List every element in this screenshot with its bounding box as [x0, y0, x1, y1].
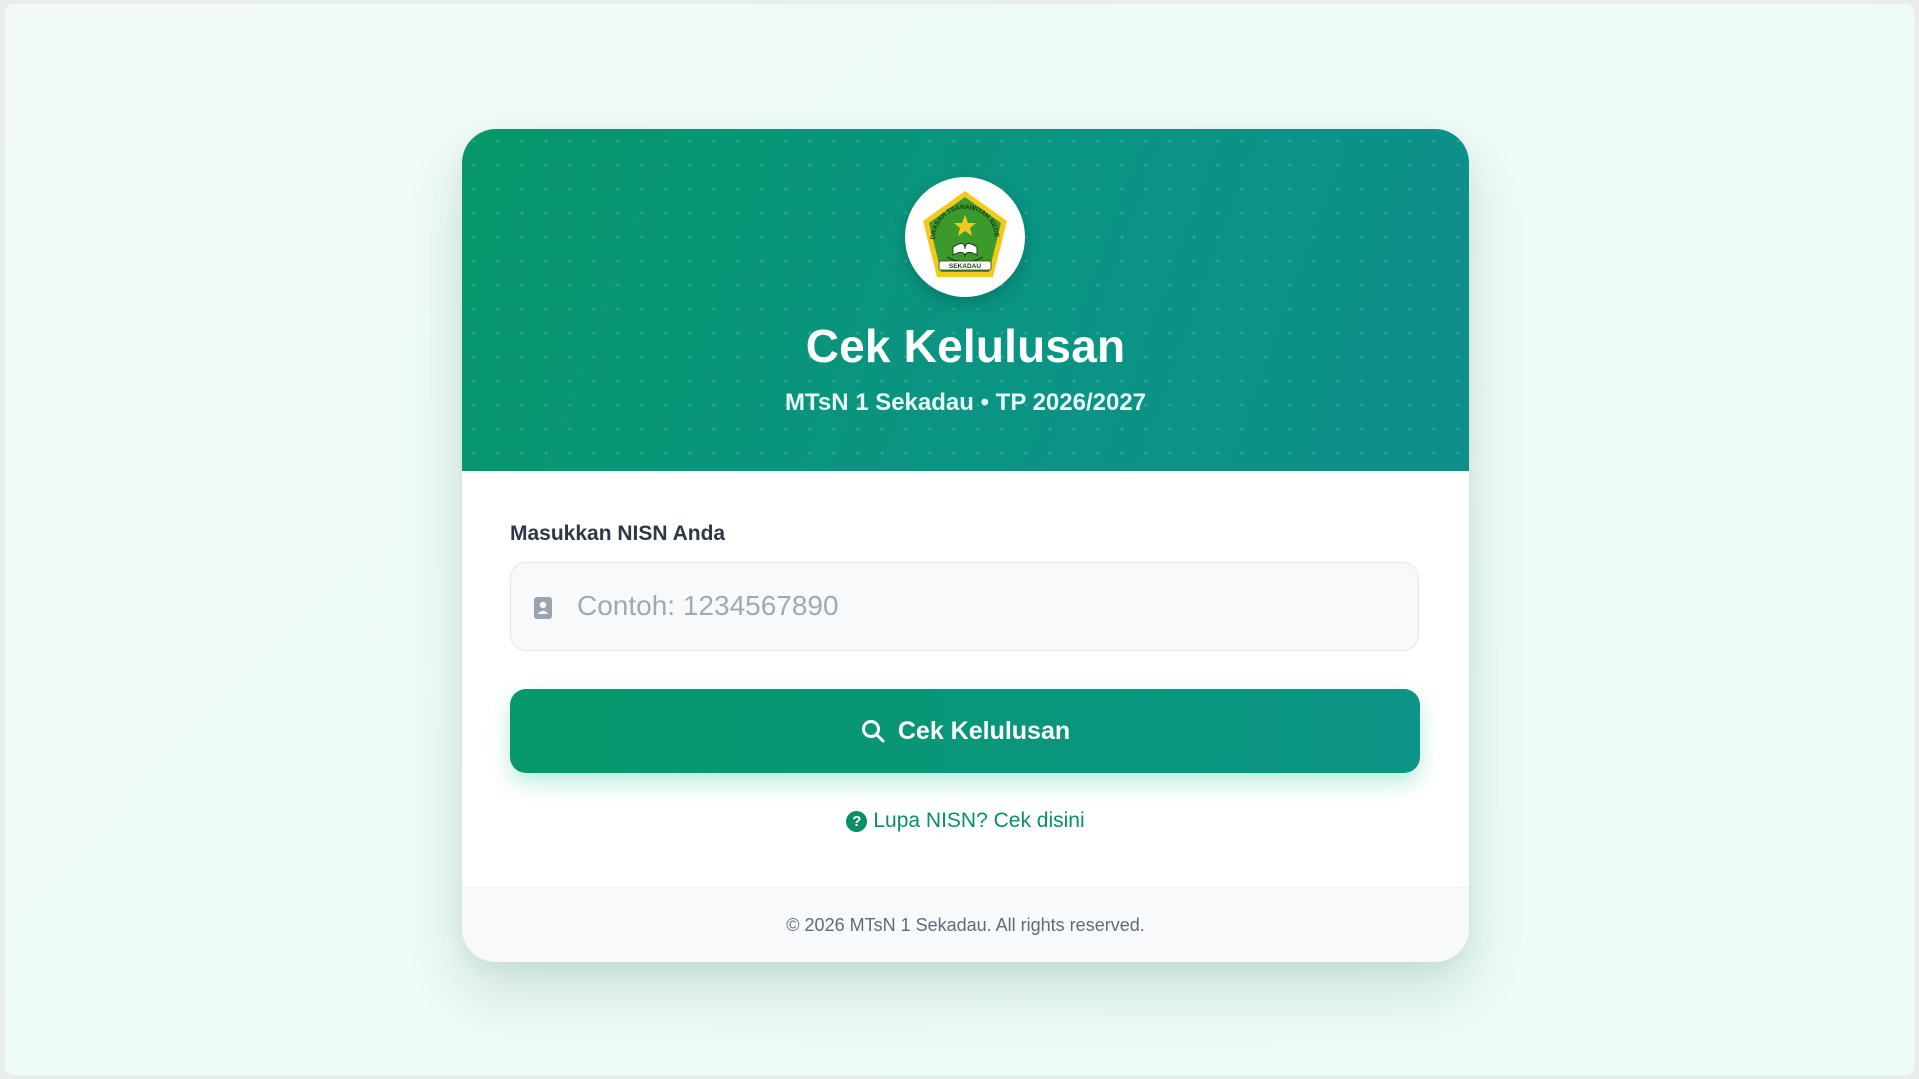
nisn-input[interactable] [577, 563, 1397, 649]
question-circle-icon: ? [846, 810, 868, 832]
nisn-label: Masukkan NISN Anda [510, 522, 726, 545]
id-card-icon [533, 596, 553, 625]
check-graduation-button-label: Cek Kelulusan [897, 716, 1071, 745]
forgot-nisn-link-label: Lupa NISN? Cek disini [873, 809, 1085, 832]
copyright-text: © 2026 MTsN 1 Sekadau. All rights reserv… [786, 915, 1145, 935]
check-graduation-button[interactable]: Cek Kelulusan [510, 689, 1420, 773]
logo-text-bottom: SEKADAU [949, 263, 981, 270]
search-icon [861, 720, 885, 743]
card-footer: © 2026 MTsN 1 Sekadau. All rights reserv… [462, 887, 1469, 962]
card-header: MADRASAH TSANAWIYAH NEGERI 1 SEKADAU Cek… [462, 129, 1469, 471]
school-logo: MADRASAH TSANAWIYAH NEGERI 1 SEKADAU [905, 177, 1025, 297]
page-background: MADRASAH TSANAWIYAH NEGERI 1 SEKADAU Cek… [5, 4, 1914, 1075]
login-card: MADRASAH TSANAWIYAH NEGERI 1 SEKADAU Cek… [462, 129, 1469, 962]
page-subtitle: MTsN 1 Sekadau • TP 2026/2027 [784, 389, 1147, 416]
forgot-nisn-link[interactable]: ? Lupa NISN? Cek disini [462, 809, 1469, 833]
page-title: Cek Kelulusan [805, 320, 1126, 372]
nisn-field[interactable] [510, 562, 1419, 651]
